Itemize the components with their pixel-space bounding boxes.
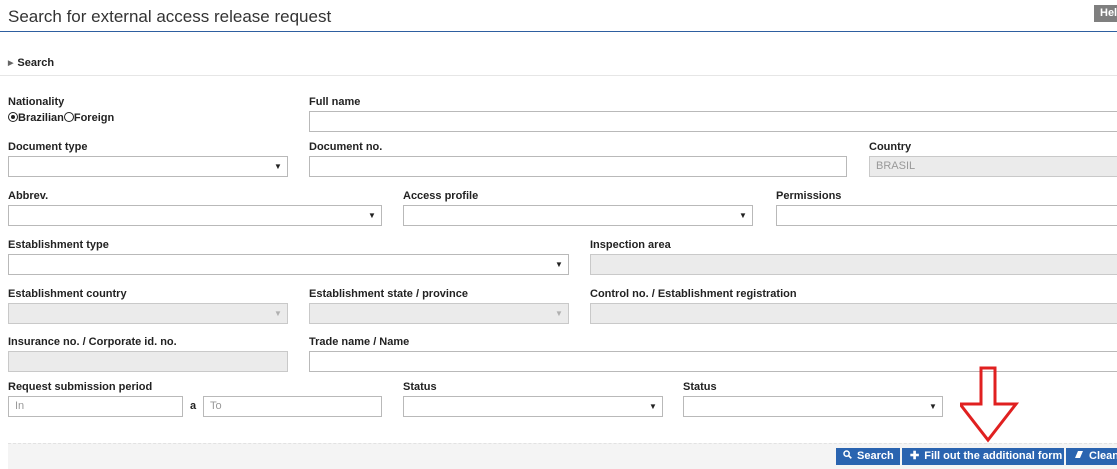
caret-down-icon: ▼: [649, 402, 657, 411]
trade-name-label: Trade name / Name: [309, 336, 410, 348]
radio-brazilian[interactable]: [8, 112, 18, 122]
caret-down-icon: ▼: [368, 211, 376, 220]
document-no-input[interactable]: [309, 156, 847, 177]
caret-down-icon: ▼: [929, 402, 937, 411]
status-2-select[interactable]: ▼: [683, 396, 943, 417]
clean-button-label: Clean: [1089, 450, 1117, 462]
title-divider: [0, 31, 1117, 32]
establishment-country-label: Establishment country: [8, 288, 127, 300]
period-to-input[interactable]: To: [203, 396, 382, 417]
access-profile-select[interactable]: ▼: [403, 205, 753, 226]
status-1-label: Status: [403, 381, 437, 393]
abbrev-label: Abbrev.: [8, 190, 49, 202]
caret-right-icon: ▶: [8, 60, 14, 67]
country-select: BRASIL: [869, 156, 1117, 177]
caret-down-icon: ▼: [739, 211, 747, 220]
page-title: Search for external access release reque…: [8, 7, 332, 26]
establishment-country-select: ▼: [8, 303, 288, 324]
country-value: BRASIL: [876, 160, 916, 172]
control-no-input: [590, 303, 1117, 324]
full-name-input[interactable]: [309, 111, 1117, 132]
search-button[interactable]: Search: [836, 448, 900, 465]
abbrev-select[interactable]: ▼: [8, 205, 382, 226]
search-section-label: Search: [17, 57, 55, 69]
establishment-type-label: Establishment type: [8, 239, 109, 251]
establishment-type-select[interactable]: ▼: [8, 254, 569, 275]
document-type-select[interactable]: ▼: [8, 156, 288, 177]
establishment-state-label: Establishment state / province: [309, 288, 468, 300]
permissions-label: Permissions: [776, 190, 842, 202]
caret-down-icon: ▼: [274, 309, 282, 318]
nationality-radio-group: Brazilian Foreign: [8, 112, 114, 124]
help-button[interactable]: Help: [1094, 5, 1117, 22]
status-2-label: Status: [683, 381, 717, 393]
insurance-no-input: [8, 351, 288, 372]
search-section-toggle[interactable]: ▶ Search: [8, 57, 54, 69]
period-separator: a: [190, 400, 197, 412]
annotation-arrow-icon: [960, 366, 1020, 443]
control-no-label: Control no. / Establishment registration: [590, 288, 797, 300]
inspection-area-select: [590, 254, 1117, 275]
request-period-label: Request submission period: [8, 381, 153, 393]
insurance-no-label: Insurance no. / Corporate id. no.: [8, 336, 177, 348]
period-from-input[interactable]: In: [8, 396, 183, 417]
radio-brazilian-label: Brazilian: [18, 112, 64, 124]
establishment-state-select: ▼: [309, 303, 569, 324]
fill-additional-form-label: Fill out the additional form: [924, 450, 1063, 462]
full-name-label: Full name: [309, 96, 361, 108]
radio-foreign[interactable]: [63, 112, 74, 122]
inspection-area-label: Inspection area: [590, 239, 671, 251]
section-divider: [0, 75, 1117, 76]
document-type-label: Document type: [8, 141, 88, 153]
magnifier-icon: [843, 448, 852, 465]
access-profile-label: Access profile: [403, 190, 479, 202]
nationality-label: Nationality: [8, 96, 65, 108]
fill-additional-form-button[interactable]: ✚ Fill out the additional form: [902, 448, 1064, 465]
plus-icon: ✚: [910, 450, 920, 462]
caret-down-icon: ▼: [274, 162, 282, 171]
document-no-label: Document no.: [309, 141, 383, 153]
country-label: Country: [869, 141, 912, 153]
permissions-select[interactable]: [776, 205, 1117, 226]
eraser-icon: [1074, 448, 1084, 465]
status-1-select[interactable]: ▼: [403, 396, 663, 417]
caret-down-icon: ▼: [555, 260, 563, 269]
radio-foreign-label: Foreign: [73, 112, 115, 124]
caret-down-icon: ▼: [555, 309, 563, 318]
search-button-label: Search: [857, 450, 894, 462]
clean-button[interactable]: Clean: [1066, 448, 1117, 465]
